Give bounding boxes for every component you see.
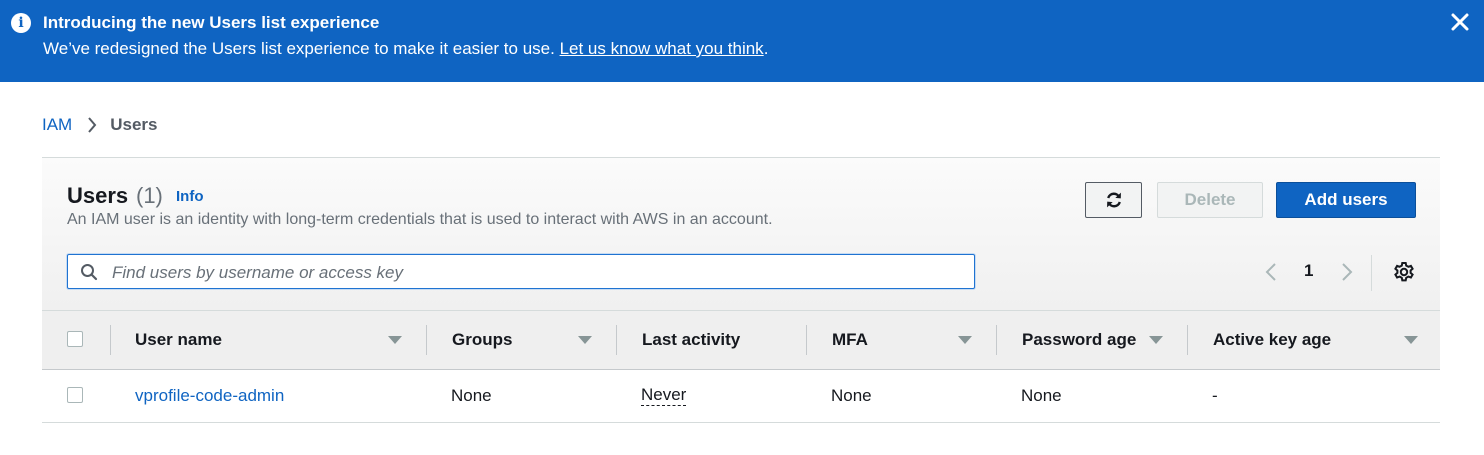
add-users-button[interactable]: Add users: [1276, 182, 1416, 218]
column-label: Password age: [1022, 330, 1137, 349]
sort-caret-icon[interactable]: [957, 335, 973, 345]
column-groups[interactable]: Groups: [426, 311, 616, 369]
column-last-activity[interactable]: Last activity: [616, 311, 806, 369]
page-title: Users: [67, 183, 129, 208]
sort-caret-icon[interactable]: [387, 335, 403, 345]
column-divider: [616, 325, 617, 355]
column-divider: [426, 325, 427, 355]
breadcrumb: IAM Users: [42, 115, 158, 135]
breadcrumb-users: Users: [110, 115, 158, 134]
sort-caret-icon[interactable]: [577, 335, 593, 345]
column-divider: [996, 325, 997, 355]
previous-page-icon[interactable]: [1264, 262, 1278, 282]
column-active-key-age[interactable]: Active key age: [1187, 311, 1440, 369]
search-icon: [81, 264, 98, 281]
info-icon: i: [11, 13, 31, 33]
current-page-number[interactable]: 1: [1304, 261, 1313, 281]
search-field[interactable]: [67, 254, 975, 289]
column-divider: [806, 325, 807, 355]
groups-cell: None: [451, 386, 492, 405]
users-panel-header: Users (1) Info An IAM user is an identit…: [42, 158, 1440, 310]
row-checkbox[interactable]: [67, 387, 83, 403]
refresh-icon: [1106, 192, 1121, 208]
table-row: vprofile-code-admin None Never None None…: [42, 370, 1440, 421]
info-link[interactable]: Info: [176, 188, 204, 205]
chevron-right-icon: [88, 117, 97, 133]
column-label: Active key age: [1213, 330, 1332, 349]
user-name-link[interactable]: vprofile-code-admin: [135, 386, 284, 406]
mfa-cell: None: [831, 386, 872, 405]
banner-title: Introducing the new Users list experienc…: [43, 13, 380, 32]
last-activity-cell[interactable]: Never: [641, 385, 687, 406]
column-divider: [1187, 325, 1188, 355]
users-table-container: Users (1) Info An IAM user is an identit…: [42, 157, 1440, 423]
breadcrumb-iam[interactable]: IAM: [42, 115, 72, 135]
next-page-icon[interactable]: [1340, 262, 1354, 282]
password-age-cell: None: [1021, 386, 1062, 405]
gear-icon[interactable]: [1393, 261, 1415, 283]
notification-banner: i Introducing the new Users list experie…: [0, 0, 1484, 82]
column-label: MFA: [832, 330, 868, 349]
column-label: User name: [135, 330, 222, 349]
feedback-link[interactable]: Let us know what you think: [560, 39, 764, 58]
select-all-checkbox[interactable]: [67, 331, 83, 347]
delete-button[interactable]: Delete: [1157, 182, 1263, 218]
column-divider: [110, 325, 111, 355]
column-user-name[interactable]: User name: [110, 311, 426, 369]
column-password-age[interactable]: Password age: [996, 311, 1187, 369]
banner-message-suffix: .: [763, 39, 769, 58]
users-count: (1): [136, 183, 163, 208]
column-label: Last activity: [642, 330, 741, 349]
table-header: User name Groups Last activity MFA Passw…: [42, 310, 1440, 370]
pager-divider: [1371, 255, 1372, 291]
banner-message-text: We’ve redesigned the Users list experien…: [43, 39, 555, 58]
column-mfa[interactable]: MFA: [806, 311, 996, 369]
active-key-age-cell: -: [1212, 386, 1218, 405]
search-input[interactable]: [110, 261, 964, 285]
close-icon[interactable]: [1450, 12, 1470, 32]
column-label: Groups: [452, 330, 513, 349]
sort-caret-icon[interactable]: [1403, 335, 1419, 345]
page-description: An IAM user is an identity with long-ter…: [67, 211, 773, 228]
refresh-button[interactable]: [1085, 182, 1142, 218]
sort-caret-icon[interactable]: [1148, 335, 1164, 345]
banner-message: We’ve redesigned the Users list experien…: [43, 39, 768, 59]
